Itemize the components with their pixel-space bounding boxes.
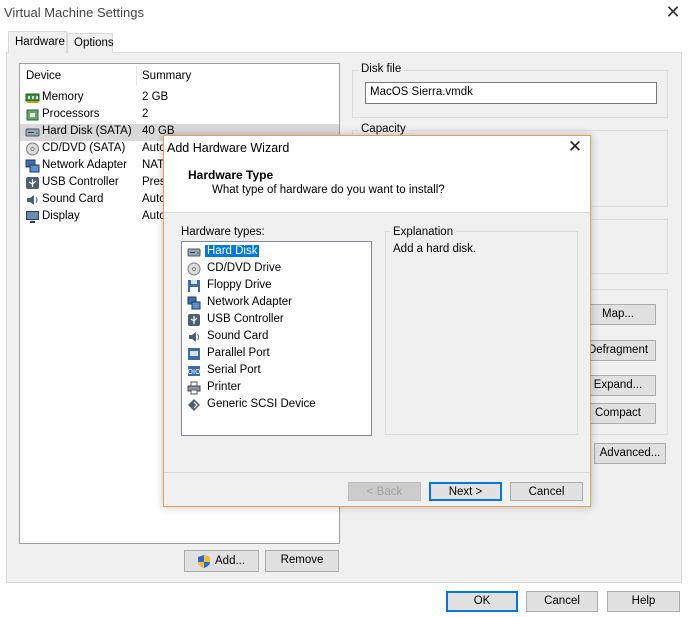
- network-adapter-icon: [187, 296, 201, 310]
- ok-button[interactable]: OK: [446, 591, 518, 612]
- hardware-type-label: Generic SCSI Device: [207, 398, 316, 410]
- hard-disk-icon: [187, 248, 201, 257]
- remove-device-button[interactable]: Remove: [265, 550, 339, 572]
- device-name: CD/DVD (SATA): [42, 142, 126, 154]
- defragment-button[interactable]: Defragment: [580, 340, 656, 361]
- hardware-types-list[interactable]: Hard Disk CD/DVD Drive Floppy Drive Netw…: [181, 241, 372, 436]
- dialog-close-button[interactable]: ✕: [566, 138, 584, 158]
- svg-text:OIO: OIO: [187, 368, 201, 376]
- expand-button[interactable]: Expand...: [580, 375, 656, 396]
- next-button[interactable]: Next >: [429, 482, 502, 501]
- device-name: Sound Card: [42, 193, 104, 205]
- dialog-title: Add Hardware Wizard: [167, 141, 290, 155]
- dialog-subheading: What type of hardware do you want to ins…: [212, 184, 445, 196]
- explanation-label: Explanation: [390, 226, 457, 238]
- device-summary: 2 GB: [142, 91, 169, 103]
- hardware-type-label: Hard Disk: [205, 245, 260, 257]
- device-name: Memory: [42, 91, 84, 103]
- hardware-types-label: Hardware types:: [181, 226, 265, 238]
- hardware-type-label: Floppy Drive: [207, 279, 272, 291]
- cd-dvd-icon: [26, 142, 39, 156]
- dialog-separator: [164, 472, 590, 473]
- advanced-button[interactable]: Advanced...: [594, 443, 666, 464]
- add-device-button[interactable]: Add...: [184, 550, 259, 572]
- cancel-button[interactable]: Cancel: [526, 591, 598, 612]
- network-adapter-icon: [25, 159, 40, 173]
- hardware-type-label: Serial Port: [207, 364, 261, 376]
- capacity-label: Capacity: [358, 123, 409, 135]
- device-name: Processors: [42, 108, 100, 120]
- map-button[interactable]: Map...: [580, 304, 656, 325]
- tab-options[interactable]: Options: [67, 33, 114, 53]
- memory-icon: [25, 93, 40, 103]
- device-column-header[interactable]: Device: [26, 70, 61, 82]
- explanation-group: [385, 231, 578, 435]
- device-name: USB Controller: [42, 176, 119, 188]
- processor-icon: [26, 109, 39, 121]
- printer-icon: [187, 381, 201, 395]
- summary-column-header[interactable]: Summary: [142, 70, 191, 82]
- parallel-port-icon: [188, 348, 200, 360]
- dialog-cancel-button[interactable]: Cancel: [510, 482, 583, 501]
- back-button[interactable]: < Back: [348, 482, 421, 501]
- usb-icon: [26, 177, 39, 189]
- device-row-processors[interactable]: Processors 2: [20, 107, 339, 124]
- hard-disk-icon: [25, 128, 40, 137]
- explanation-text: Add a hard disk.: [393, 243, 477, 255]
- device-summary: 2: [142, 108, 149, 120]
- sound-card-icon: [189, 332, 199, 342]
- dialog-header: Hardware Type What type of hardware do y…: [164, 160, 590, 213]
- hardware-type-label: Sound Card: [207, 330, 269, 342]
- add-hardware-wizard-dialog: Add Hardware Wizard ✕ Hardware Type What…: [163, 135, 591, 507]
- window-close-button[interactable]: ✕: [664, 3, 682, 22]
- serial-port-icon: OIO: [187, 366, 201, 376]
- disk-file-label: Disk file: [358, 63, 405, 75]
- add-button-label: Add...: [215, 555, 246, 567]
- tab-hardware[interactable]: Hardware: [8, 31, 67, 53]
- hardware-type-label: Printer: [207, 381, 241, 393]
- dialog-heading: Hardware Type: [188, 168, 274, 182]
- device-name: Display: [42, 210, 80, 222]
- sound-card-icon: [27, 195, 38, 205]
- device-row-memory[interactable]: Memory 2 GB: [20, 90, 339, 107]
- hardware-type-label: CD/DVD Drive: [207, 262, 282, 274]
- scsi-icon: [188, 399, 200, 411]
- floppy-icon: [188, 280, 200, 292]
- help-button[interactable]: Help: [607, 591, 680, 612]
- device-name: Hard Disk (SATA): [42, 125, 132, 137]
- disk-file-field[interactable]: MacOS Sierra.vmdk: [365, 82, 657, 104]
- usb-icon: [188, 314, 200, 326]
- hardware-type-label: Parallel Port: [207, 347, 270, 359]
- shield-icon: [198, 555, 210, 568]
- device-list-header: Device Summary: [20, 64, 339, 88]
- device-summary: NAT: [142, 159, 165, 171]
- device-name: Network Adapter: [42, 159, 128, 171]
- hardware-type-label: USB Controller: [207, 313, 284, 325]
- hardware-type-label: Network Adapter: [207, 296, 293, 308]
- cd-dvd-icon: [187, 262, 201, 276]
- compact-button[interactable]: Compact: [580, 403, 656, 424]
- window-title: Virtual Machine Settings: [4, 5, 144, 20]
- display-icon: [26, 211, 39, 223]
